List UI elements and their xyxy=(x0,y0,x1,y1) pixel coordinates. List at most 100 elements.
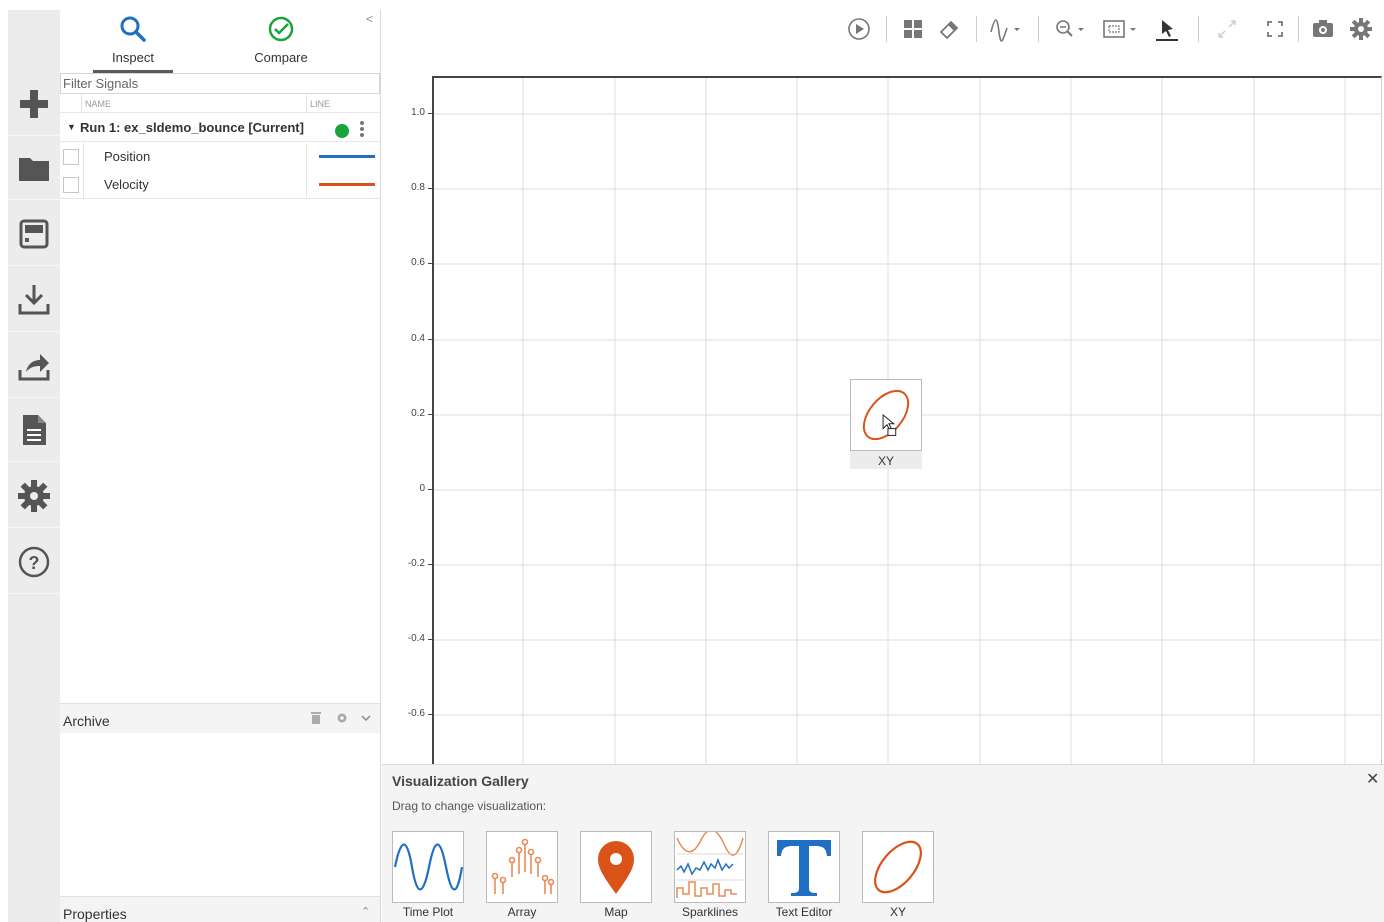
expand-caret-icon[interactable]: ▼ xyxy=(67,122,76,132)
close-icon[interactable]: ✕ xyxy=(1366,769,1379,789)
settings-icon xyxy=(18,479,50,512)
new-icon xyxy=(20,89,48,118)
chevron-up-icon[interactable]: ⌃ xyxy=(361,905,370,918)
y-tick-label: 0.8 xyxy=(411,182,425,193)
signal-row-velocity[interactable]: Velocity xyxy=(60,171,380,199)
signal-style-button[interactable] xyxy=(988,16,1024,42)
play-button[interactable] xyxy=(846,16,872,42)
settings-button[interactable] xyxy=(1348,16,1374,42)
tab-inspect-label: Inspect xyxy=(112,50,154,65)
expand-button[interactable] xyxy=(1214,16,1240,42)
signal-checkbox-position[interactable] xyxy=(63,149,79,165)
export-button[interactable] xyxy=(8,268,60,332)
y-tick-label: -0.4 xyxy=(407,633,425,644)
download-icon xyxy=(18,284,50,314)
fullscreen-button[interactable] xyxy=(1262,16,1288,42)
archive-settings-icon[interactable] xyxy=(335,711,349,725)
clear-button[interactable] xyxy=(936,16,962,42)
xy-icon xyxy=(874,840,922,894)
line-swatch-velocity[interactable] xyxy=(319,183,375,186)
fit-to-view-button[interactable] xyxy=(1100,16,1140,42)
y-tick-label: 1.0 xyxy=(411,107,425,118)
share-button[interactable] xyxy=(8,334,60,398)
gallery-item-array[interactable]: Array xyxy=(486,831,558,922)
trash-icon[interactable] xyxy=(309,711,323,725)
gallery-item-label: XY xyxy=(889,905,906,919)
run-row[interactable]: ▼ Run 1: ex_sldemo_bounce [Current] xyxy=(60,114,380,142)
help-icon: ? xyxy=(18,546,50,577)
compare-check-icon xyxy=(268,16,294,42)
gallery-item-label: Sparklines xyxy=(681,905,739,919)
time-plot-icon xyxy=(393,843,464,891)
fit-view-icon xyxy=(1103,20,1136,38)
y-tick-label: -0.6 xyxy=(407,708,425,719)
signal-table-header: NAME LINE xyxy=(60,95,380,113)
run-name: Run 1: ex_sldemo_bounce [Current] xyxy=(80,120,304,135)
help-button[interactable]: ? xyxy=(8,530,60,594)
save-button[interactable] xyxy=(8,202,60,266)
left-toolbar: ? xyxy=(8,10,60,922)
signal-label-velocity: Velocity xyxy=(104,177,149,192)
play-icon xyxy=(848,18,870,40)
expand-arrows-icon xyxy=(1218,20,1236,38)
tab-compare[interactable]: Compare xyxy=(226,10,336,70)
gallery-item-text-editor[interactable]: Text Editor xyxy=(768,831,840,922)
signal-row-position[interactable]: Position xyxy=(60,143,380,171)
xy-ellipse-icon xyxy=(862,389,910,441)
cursor-button[interactable] xyxy=(1154,16,1180,42)
array-icon xyxy=(491,838,555,894)
run-options-icon[interactable] xyxy=(360,120,366,140)
layout-button[interactable] xyxy=(900,16,926,42)
folder-icon xyxy=(19,157,49,181)
archive-title: Archive xyxy=(63,713,110,729)
gallery-item-label: Map xyxy=(604,905,628,919)
properties-title: Properties xyxy=(63,906,127,922)
filter-signals-input[interactable] xyxy=(60,73,380,94)
pointer-icon xyxy=(1156,20,1178,41)
visualization-gallery: Visualization Gallery Drag to change vis… xyxy=(382,764,1384,922)
column-line-header[interactable]: LINE xyxy=(310,99,330,109)
tab-inspect[interactable]: Inspect xyxy=(78,10,188,73)
y-tick-label: 0 xyxy=(419,483,425,494)
sparklines-icon xyxy=(676,829,744,898)
column-name-header[interactable]: NAME xyxy=(85,99,111,109)
new-button[interactable] xyxy=(8,72,60,136)
gallery-title: Visualization Gallery xyxy=(392,773,529,789)
gallery-item-map[interactable]: Map xyxy=(580,831,652,922)
gallery-item-label: Array xyxy=(507,905,537,919)
archive-section: Archive xyxy=(60,703,380,733)
y-tick-label: 0.2 xyxy=(411,408,425,419)
plot-toolbar xyxy=(382,10,1384,46)
gallery-item-sparklines[interactable]: Sparklines xyxy=(674,829,746,922)
gear-icon xyxy=(1350,18,1372,40)
gallery-item-label: Text Editor xyxy=(775,905,833,919)
save-icon xyxy=(19,219,49,248)
snapshot-button[interactable] xyxy=(1310,16,1336,42)
line-swatch-position[interactable] xyxy=(319,155,375,158)
collapse-panel-button[interactable]: < xyxy=(366,12,373,26)
search-icon xyxy=(120,16,146,42)
gallery-item-label: Time Plot xyxy=(402,905,454,919)
y-tick-label: 0.4 xyxy=(411,333,425,344)
chevron-down-icon[interactable] xyxy=(359,711,373,725)
preferences-button[interactable] xyxy=(8,464,60,528)
run-status-dot xyxy=(335,124,349,138)
open-button[interactable] xyxy=(8,136,60,200)
dragged-xy-visualization[interactable]: XY xyxy=(850,379,922,471)
map-icon xyxy=(598,841,634,894)
share-icon xyxy=(18,353,50,380)
signal-label-position: Position xyxy=(104,149,151,164)
properties-section: Properties ⌃ xyxy=(60,896,380,922)
report-button[interactable] xyxy=(8,398,60,462)
app-window: ? Inspect Compare < NAME LINE ▼ Run 1: e… xyxy=(0,0,1384,922)
xy-tile xyxy=(850,379,922,451)
tab-compare-label: Compare xyxy=(254,50,308,65)
signal-panel: Inspect Compare < NAME LINE ▼ Run 1: ex_… xyxy=(60,10,381,922)
zoom-button[interactable] xyxy=(1052,16,1088,42)
gallery-item-xy[interactable]: XY xyxy=(862,831,934,922)
y-tick-label: 0.6 xyxy=(411,257,425,268)
text-editor-icon xyxy=(777,840,831,896)
gallery-item-time-plot[interactable]: Time Plot xyxy=(392,831,464,922)
xy-drag-label: XY xyxy=(850,451,922,469)
signal-checkbox-velocity[interactable] xyxy=(63,177,79,193)
